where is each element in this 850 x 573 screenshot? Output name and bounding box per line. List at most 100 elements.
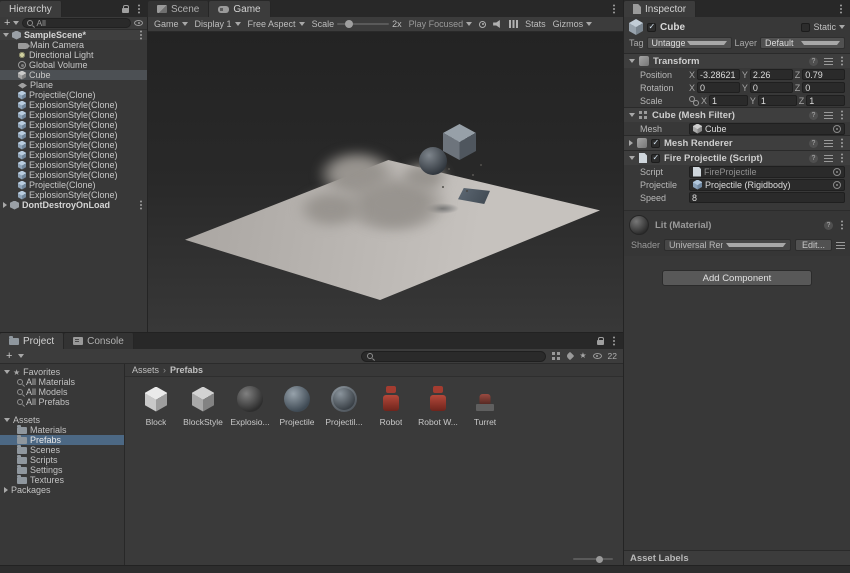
favorite-item[interactable]: All Materials xyxy=(0,377,124,387)
mesh-object-field[interactable]: Cube xyxy=(689,123,845,135)
saved-search-icon[interactable] xyxy=(579,351,586,361)
hierarchy-item[interactable]: ExplosionStyle(Clone) xyxy=(0,190,147,200)
hierarchy-item[interactable]: Projectile(Clone) xyxy=(0,90,147,100)
folder-item[interactable]: Prefabs xyxy=(0,435,124,445)
asset-tile[interactable]: Robot xyxy=(369,382,413,427)
scale-z-field[interactable]: 1 xyxy=(806,95,845,106)
panel-menu-icon[interactable] xyxy=(613,340,615,342)
breadcrumb-current[interactable]: Prefabs xyxy=(170,365,203,375)
create-menu-caret-icon[interactable] xyxy=(18,354,24,358)
gizmos-menu[interactable]: Gizmos xyxy=(553,19,593,29)
hierarchy-item[interactable]: ExplosionStyle(Clone) xyxy=(0,120,147,130)
foldout-caret-icon[interactable] xyxy=(3,33,9,37)
help-icon[interactable] xyxy=(809,111,818,120)
active-checkbox[interactable] xyxy=(647,23,656,32)
hierarchy-item[interactable]: ExplosionStyle(Clone) xyxy=(0,160,147,170)
asset-tile[interactable]: Projectil... xyxy=(322,382,366,427)
scene-visibility-icon[interactable] xyxy=(134,20,143,26)
asset-zoom-slider[interactable] xyxy=(573,558,613,560)
presets-icon[interactable] xyxy=(824,112,833,119)
tab-inspector[interactable]: Inspector xyxy=(624,1,696,17)
scene-header-row[interactable]: SampleScene* xyxy=(0,30,147,40)
hierarchy-item[interactable]: ExplosionStyle(Clone) xyxy=(0,170,147,180)
asset-tile[interactable]: Turret xyxy=(463,382,507,427)
speed-field[interactable]: 8 xyxy=(689,192,845,203)
search-by-label-icon[interactable] xyxy=(566,352,574,360)
foldout-caret-icon[interactable] xyxy=(629,156,635,160)
link-scale-icon[interactable] xyxy=(689,96,698,105)
shader-dropdown[interactable]: Universal Render Pipeline xyxy=(664,239,791,251)
foldout-caret-icon[interactable] xyxy=(4,418,10,422)
rotation-y-field[interactable]: 0 xyxy=(750,82,793,93)
position-y-field[interactable]: 2.26 xyxy=(750,69,793,80)
hierarchy-item[interactable]: Projectile(Clone) xyxy=(0,180,147,190)
asset-tile[interactable]: Explosio... xyxy=(228,382,272,427)
scale-y-field[interactable]: 1 xyxy=(758,95,797,106)
scale-x-field[interactable]: 1 xyxy=(709,95,748,106)
hierarchy-item[interactable]: Cube xyxy=(0,70,147,80)
object-picker-icon[interactable] xyxy=(833,168,841,176)
foldout-caret-icon[interactable] xyxy=(3,202,7,208)
breadcrumb-root[interactable]: Assets xyxy=(132,365,159,375)
asset-tile[interactable]: BlockStyle xyxy=(181,382,225,427)
search-by-type-icon[interactable] xyxy=(552,352,555,355)
component-menu-icon[interactable] xyxy=(841,114,843,116)
presets-icon[interactable] xyxy=(824,155,833,162)
material-preview-sphere[interactable] xyxy=(629,215,649,235)
asset-tile[interactable]: Block xyxy=(134,382,178,427)
foldout-caret-icon[interactable] xyxy=(4,487,8,493)
folder-item[interactable]: Settings xyxy=(0,465,124,475)
hierarchy-item[interactable]: Directional Light xyxy=(0,50,147,60)
rotation-x-field[interactable]: 0 xyxy=(697,82,740,93)
hierarchy-search-input[interactable]: All xyxy=(22,18,131,28)
lock-icon[interactable] xyxy=(122,8,129,13)
tag-dropdown[interactable]: Untagged xyxy=(647,37,732,49)
packages-header[interactable]: Packages xyxy=(0,485,124,495)
component-menu-icon[interactable] xyxy=(841,142,843,144)
scene-menu-icon[interactable] xyxy=(140,34,142,36)
help-icon[interactable] xyxy=(809,154,818,163)
folder-item[interactable]: Scenes xyxy=(0,445,124,455)
transform-header[interactable]: Transform xyxy=(624,53,850,68)
position-z-field[interactable]: 0.79 xyxy=(802,69,845,80)
favorite-item[interactable]: All Prefabs xyxy=(0,397,124,407)
foldout-caret-icon[interactable] xyxy=(4,370,10,374)
static-checkbox[interactable] xyxy=(801,23,810,32)
panel-menu-icon[interactable] xyxy=(138,8,140,10)
stats-button[interactable]: Stats xyxy=(525,19,546,29)
play-focused-menu[interactable]: Play Focused xyxy=(409,19,473,29)
rotation-z-field[interactable]: 0 xyxy=(802,82,845,93)
hierarchy-item[interactable]: ExplosionStyle(Clone) xyxy=(0,110,147,120)
create-asset-button[interactable] xyxy=(6,352,12,361)
component-menu-icon[interactable] xyxy=(841,157,843,159)
component-menu-icon[interactable] xyxy=(841,60,843,62)
folder-item[interactable]: Textures xyxy=(0,475,124,485)
object-picker-icon[interactable] xyxy=(833,125,841,133)
create-menu-caret-icon[interactable] xyxy=(13,21,19,25)
tab-hierarchy[interactable]: Hierarchy xyxy=(0,1,62,17)
display-menu[interactable]: Display 1 xyxy=(195,19,241,29)
presets-icon[interactable] xyxy=(836,242,845,249)
component-enabled-checkbox[interactable] xyxy=(651,154,660,163)
favorites-header[interactable]: Favorites xyxy=(0,367,124,377)
create-object-button[interactable] xyxy=(4,19,10,28)
asset-tile[interactable]: Projectile xyxy=(275,382,319,427)
folder-item[interactable]: Materials xyxy=(0,425,124,435)
projectile-object-field[interactable]: Projectile (Rigidbody) xyxy=(689,179,845,191)
tab-project[interactable]: Project xyxy=(0,333,64,349)
dont-destroy-row[interactable]: DontDestroyOnLoad xyxy=(0,200,147,210)
brightness-icon[interactable] xyxy=(479,21,486,28)
lock-icon[interactable] xyxy=(597,340,604,345)
tab-scene[interactable]: Scene xyxy=(148,1,209,17)
metrics-icon[interactable] xyxy=(509,20,518,28)
layer-dropdown[interactable]: Default xyxy=(760,37,845,49)
foldout-caret-icon[interactable] xyxy=(629,113,635,117)
add-component-button[interactable]: Add Component xyxy=(662,270,812,286)
tab-game[interactable]: Game xyxy=(209,1,270,17)
script-object-field[interactable]: FireProjectile xyxy=(689,166,845,178)
mute-audio-icon[interactable] xyxy=(493,20,502,28)
game-view-menu[interactable]: Game xyxy=(154,19,188,29)
hierarchy-item[interactable]: ExplosionStyle(Clone) xyxy=(0,130,147,140)
assets-header[interactable]: Assets xyxy=(0,415,124,425)
aspect-menu[interactable]: Free Aspect xyxy=(248,19,305,29)
